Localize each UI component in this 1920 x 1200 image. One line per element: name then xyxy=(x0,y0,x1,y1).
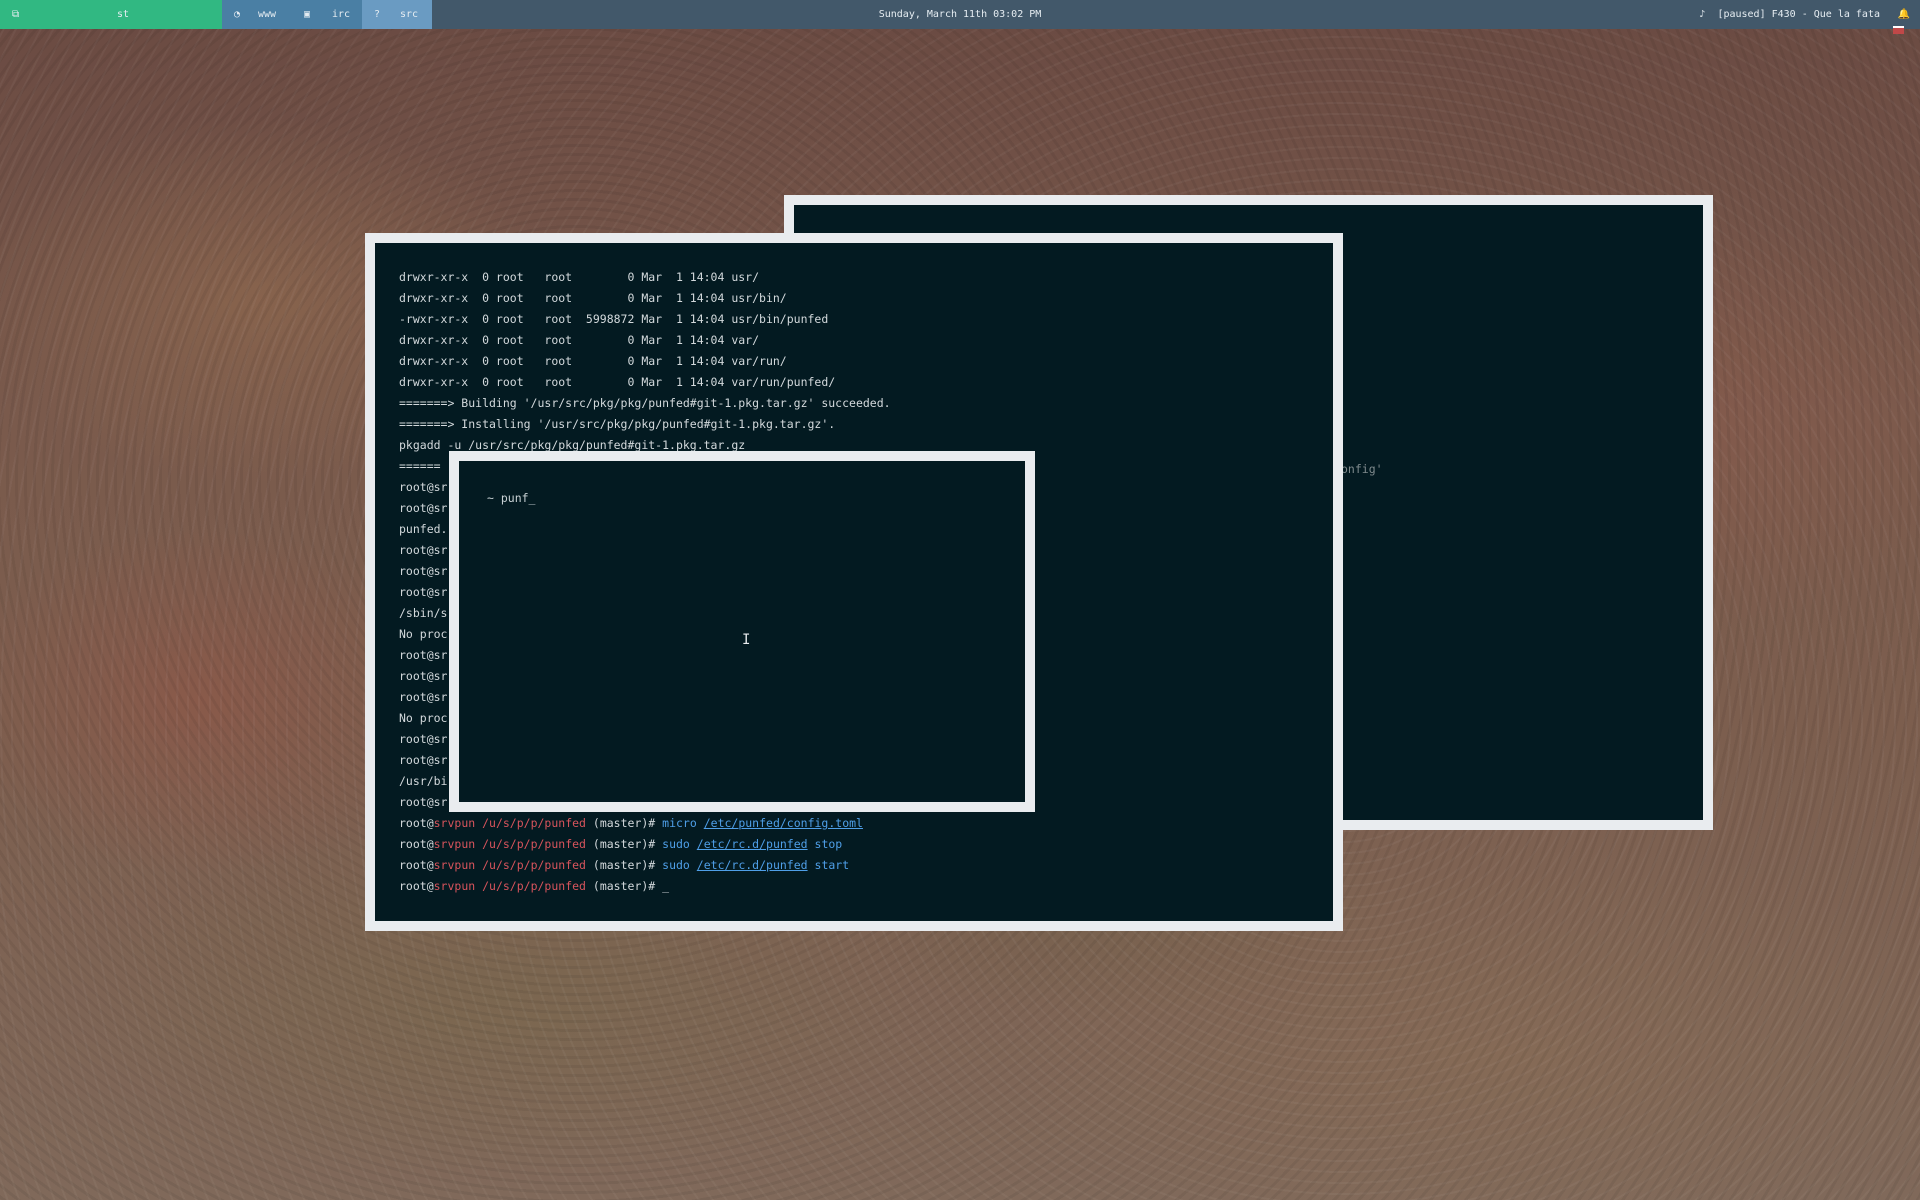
terminal-prompt-line: root@srvpun /u/s/p/p/punfed (master)# _ xyxy=(399,876,891,897)
command-argument: /etc/rc.d/punfed xyxy=(696,837,808,851)
music-note-icon: ♪ xyxy=(1699,9,1706,20)
prompt-path: /u/s/p/p/punfed xyxy=(482,837,586,851)
terminal-prompt-line: root@srvpun /u/s/p/p/punfed (master)# mi… xyxy=(399,813,891,834)
prompt-host: srvpun xyxy=(433,879,476,893)
prompt-branch: (master)# xyxy=(592,837,656,851)
terminal-line: -rwxr-xr-x 0 root root 5998872 Mar 1 14:… xyxy=(399,312,829,326)
prompt-branch: (master)# xyxy=(592,858,656,872)
prompt-user: root@ xyxy=(399,837,434,851)
prompt-host: srvpun xyxy=(433,816,476,830)
status-bar: ⧉ st ◔ www ▣ irc ? src Sunday, March 11t… xyxy=(0,0,1920,29)
flag-icon xyxy=(1893,26,1904,34)
command-argument: /etc/punfed/config.toml xyxy=(703,816,863,830)
command: sudo xyxy=(662,837,690,851)
prompt-host: srvpun xyxy=(433,858,476,872)
terminal-text-fragment: onfig' xyxy=(1341,462,1383,476)
terminal-line: =======> Installing '/usr/src/pkg/pkg/pu… xyxy=(399,417,836,431)
terminal-area[interactable]: ~ punf_ 𝙸 xyxy=(459,461,1025,802)
command: micro xyxy=(662,816,697,830)
terminal-prompt-line: root@srvpun /u/s/p/p/punfed (master)# su… xyxy=(399,834,891,855)
text-cursor-icon: 𝙸 xyxy=(742,632,751,648)
terminal-cursor: _ xyxy=(662,879,670,893)
prompt-path: /u/s/p/p/punfed xyxy=(482,858,586,872)
music-status[interactable]: ♪ [paused] F430 - Que la fata xyxy=(1699,0,1880,29)
terminal-window-front[interactable]: ~ punf_ 𝙸 xyxy=(449,451,1035,812)
command-argument: start xyxy=(814,858,850,872)
terminal-input-line[interactable]: ~ punf_ xyxy=(487,491,535,505)
prompt-user: root@ xyxy=(399,858,434,872)
clock: Sunday, March 11th 03:02 PM xyxy=(878,9,1042,20)
music-track: [paused] F430 - Que la fata xyxy=(1717,9,1880,20)
prompt-user: root@ xyxy=(399,879,434,893)
command-argument: /etc/rc.d/punfed xyxy=(696,858,808,872)
terminal-line: =======> Building '/usr/src/pkg/pkg/punf… xyxy=(399,396,891,410)
prompt-host: srvpun xyxy=(433,837,476,851)
prompt-branch: (master)# xyxy=(592,879,656,893)
prompt-path: /u/s/p/p/punfed xyxy=(482,816,586,830)
terminal-prompt-line: root@srvpun /u/s/p/p/punfed (master)# su… xyxy=(399,855,891,876)
terminal-line: drwxr-xr-x 0 root root 0 Mar 1 14:04 usr… xyxy=(399,291,787,305)
prompt-path: /u/s/p/p/punfed xyxy=(482,879,586,893)
terminal-line: drwxr-xr-x 0 root root 0 Mar 1 14:04 var… xyxy=(399,333,760,347)
command-argument: stop xyxy=(814,837,843,851)
bell-icon[interactable]: 🔔 xyxy=(1898,0,1910,29)
prompt-user: root@ xyxy=(399,816,434,830)
terminal-line: drwxr-xr-x 0 root root 0 Mar 1 14:04 var… xyxy=(399,354,787,368)
command: sudo xyxy=(662,858,690,872)
terminal-line: drwxr-xr-x 0 root root 0 Mar 1 14:04 usr… xyxy=(399,270,760,284)
prompt-branch: (master)# xyxy=(592,816,656,830)
terminal-line: drwxr-xr-x 0 root root 0 Mar 1 14:04 var… xyxy=(399,375,836,389)
